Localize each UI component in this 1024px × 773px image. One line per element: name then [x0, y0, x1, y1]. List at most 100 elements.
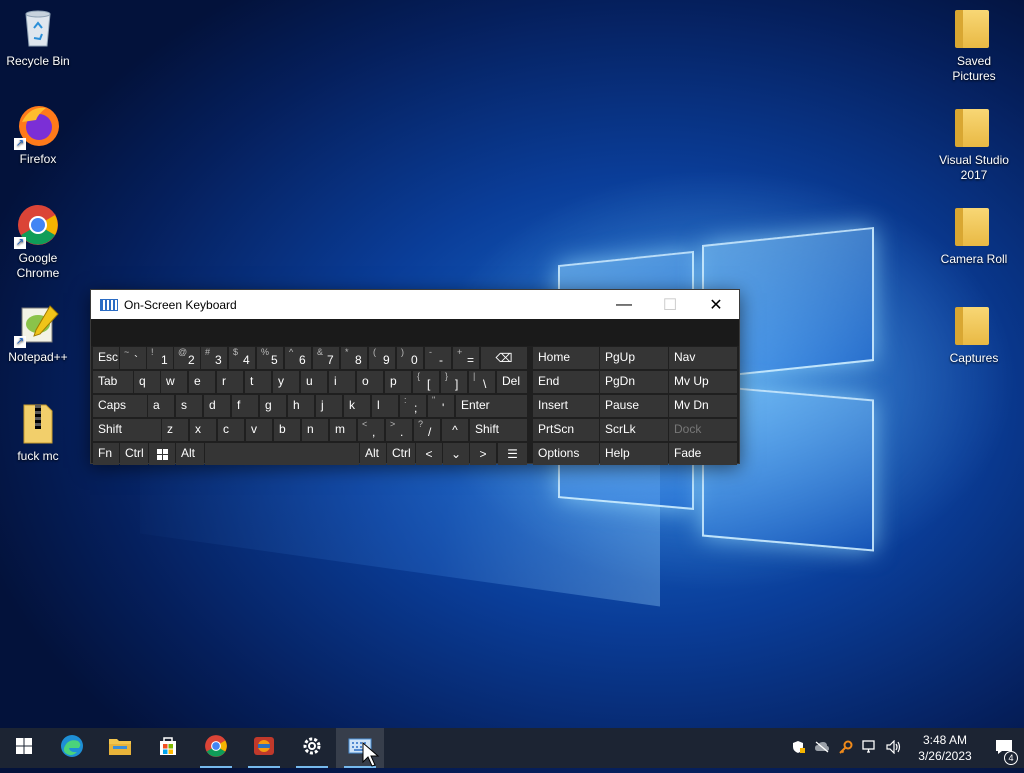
key-l[interactable]: l: [372, 395, 398, 417]
security-shield-icon[interactable]: [786, 740, 810, 757]
close-button[interactable]: ✕: [693, 290, 739, 319]
key-insert[interactable]: Insert: [533, 395, 599, 417]
key-left-arrow[interactable]: <: [416, 443, 442, 465]
key-move-up[interactable]: Mv Up: [669, 371, 737, 393]
taskbar-settings[interactable]: [288, 728, 336, 768]
key-e[interactable]: e: [189, 371, 215, 393]
desktop-icon-notepad-plus-plus[interactable]: ↗ Notepad++: [0, 302, 76, 365]
key-backspace[interactable]: ⌫: [481, 347, 527, 369]
key-a[interactable]: a: [148, 395, 174, 417]
key-alt-right[interactable]: Alt: [360, 443, 386, 465]
key-y[interactable]: y: [273, 371, 299, 393]
key-backslash[interactable]: | \: [469, 371, 495, 393]
taskbar-chrome[interactable]: [192, 728, 240, 768]
key-right-bracket[interactable]: }]: [441, 371, 467, 393]
desktop-icon-camera-roll[interactable]: Camera Roll: [936, 204, 1012, 267]
key-k[interactable]: k: [344, 395, 370, 417]
key-up-arrow[interactable]: ^: [442, 419, 468, 441]
key-right-arrow[interactable]: >: [470, 443, 496, 465]
key-windows[interactable]: [149, 443, 175, 465]
key-o[interactable]: o: [357, 371, 383, 393]
key-quote[interactable]: " ': [428, 395, 454, 417]
network-icon[interactable]: [858, 739, 882, 757]
key-caps[interactable]: Caps: [93, 395, 147, 417]
key-g[interactable]: g: [260, 395, 286, 417]
key-minus[interactable]: --: [425, 347, 451, 369]
key-down-arrow[interactable]: ⌄: [443, 443, 469, 465]
key-n[interactable]: n: [302, 419, 328, 441]
key-8[interactable]: * 8: [341, 347, 367, 369]
key-pgdn[interactable]: PgDn: [600, 371, 668, 393]
key-h[interactable]: h: [288, 395, 314, 417]
taskbar-microsoft-store[interactable]: [144, 728, 192, 768]
key-r[interactable]: r: [217, 371, 243, 393]
key-left-bracket[interactable]: {[: [413, 371, 439, 393]
key-b[interactable]: b: [274, 419, 300, 441]
desktop-icon-recycle-bin[interactable]: Recycle Bin: [0, 6, 76, 69]
minimize-button[interactable]: —: [601, 290, 647, 319]
key-esc[interactable]: Esc: [93, 347, 119, 369]
key-semicolon[interactable]: :;: [400, 395, 426, 417]
key-7[interactable]: & 7: [313, 347, 339, 369]
key-period[interactable]: >.: [386, 419, 412, 441]
key-c[interactable]: c: [218, 419, 244, 441]
key-9[interactable]: (9: [369, 347, 395, 369]
key-alt-left[interactable]: Alt: [176, 443, 204, 465]
clock[interactable]: 3:48 AM 3/26/2023: [906, 732, 984, 764]
key-context-menu[interactable]: ☰: [498, 443, 527, 465]
key-w[interactable]: w: [161, 371, 187, 393]
start-button[interactable]: [0, 728, 48, 768]
desktop-icon-google-chrome[interactable]: ↗ Google Chrome: [0, 203, 76, 281]
on-screen-keyboard-window[interactable]: On-Screen Keyboard — ☐ ✕ Esc ~ ` ! 1 @2 #3…: [90, 289, 740, 465]
key-dock[interactable]: Dock: [669, 419, 737, 441]
key-ctrl-right[interactable]: Ctrl: [387, 443, 415, 465]
desktop-icon-fuck-mc[interactable]: fuck mc: [0, 401, 76, 464]
key-help[interactable]: Help: [600, 443, 668, 465]
maximize-button[interactable]: ☐: [647, 290, 693, 319]
key-x[interactable]: x: [190, 419, 216, 441]
key-shift-left[interactable]: Shift: [93, 419, 161, 441]
key-backtick[interactable]: ~ `: [120, 347, 146, 369]
key-j[interactable]: j: [316, 395, 342, 417]
desktop-icon-firefox[interactable]: ↗ Firefox: [0, 104, 76, 167]
key-home[interactable]: Home: [533, 347, 599, 369]
notification-center-button[interactable]: 4: [984, 739, 1024, 765]
key-q[interactable]: q: [134, 371, 160, 393]
key-nav[interactable]: Nav: [669, 347, 737, 369]
key-move-down[interactable]: Mv Dn: [669, 395, 737, 417]
key-del[interactable]: Del: [497, 371, 527, 393]
key-2[interactable]: @2: [174, 347, 200, 369]
key-tab[interactable]: Tab: [93, 371, 133, 393]
cloud-offline-icon[interactable]: [810, 741, 834, 756]
key-v[interactable]: v: [246, 419, 272, 441]
key-3[interactable]: #3: [201, 347, 227, 369]
desktop-icon-captures[interactable]: Captures: [936, 303, 1012, 366]
key-comma[interactable]: <,: [358, 419, 384, 441]
key-scrlk[interactable]: ScrLk: [600, 419, 668, 441]
key-ctrl-left[interactable]: Ctrl: [120, 443, 148, 465]
key-enter[interactable]: Enter: [456, 395, 527, 417]
key-i[interactable]: i: [329, 371, 355, 393]
key-p[interactable]: p: [385, 371, 411, 393]
key-z[interactable]: z: [162, 419, 188, 441]
key-pause[interactable]: Pause: [600, 395, 668, 417]
key-5[interactable]: % 5: [257, 347, 283, 369]
key-end[interactable]: End: [533, 371, 599, 393]
key-fade[interactable]: Fade: [669, 443, 737, 465]
title-bar[interactable]: On-Screen Keyboard — ☐ ✕: [91, 290, 739, 319]
key-f[interactable]: f: [232, 395, 258, 417]
key-1[interactable]: ! 1: [147, 347, 173, 369]
key-m[interactable]: m: [330, 419, 356, 441]
key-slash[interactable]: ? /: [414, 419, 440, 441]
key-options[interactable]: Options: [533, 443, 599, 465]
desktop-icon-visual-studio-2017[interactable]: Visual Studio 2017: [936, 105, 1012, 183]
key-space[interactable]: [205, 443, 359, 465]
key-0[interactable]: ) 0: [397, 347, 423, 369]
key-pgup[interactable]: PgUp: [600, 347, 668, 369]
key-shift-right[interactable]: Shift: [470, 419, 527, 441]
key-fn[interactable]: Fn: [93, 443, 119, 465]
key-u[interactable]: u: [301, 371, 327, 393]
key-4[interactable]: $4: [229, 347, 255, 369]
key-icon[interactable]: [834, 740, 858, 757]
taskbar-file-explorer[interactable]: [96, 728, 144, 768]
